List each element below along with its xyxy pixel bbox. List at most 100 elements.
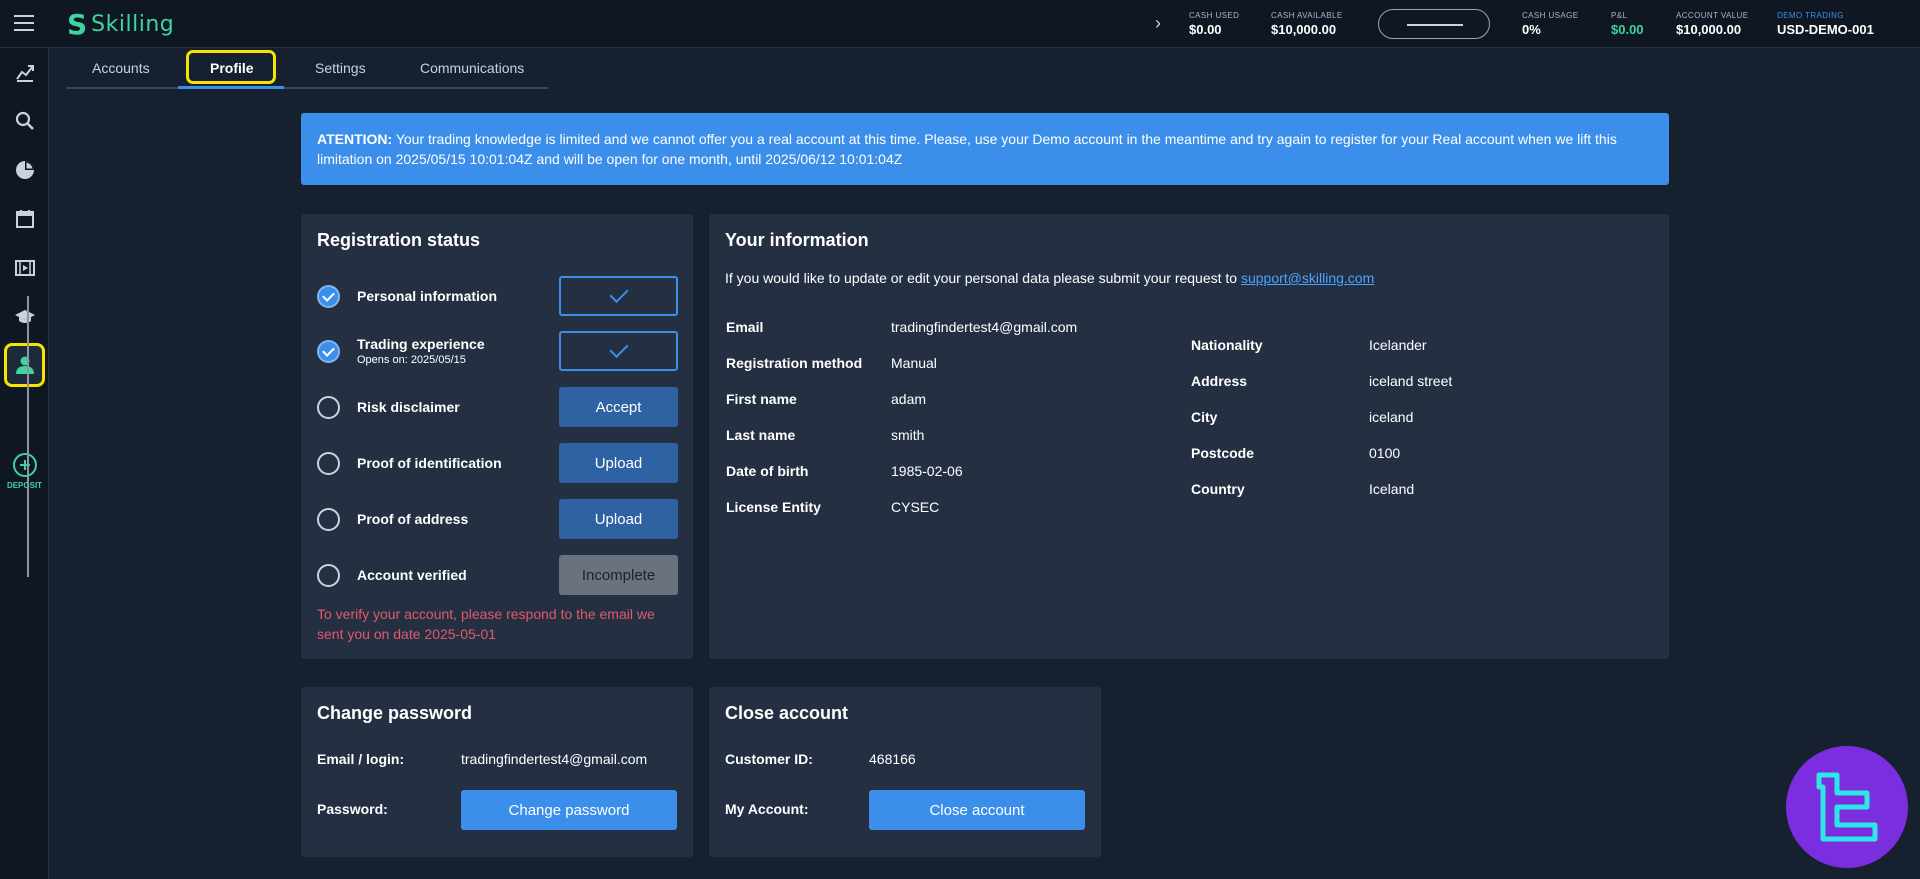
upload-id-button[interactable]: Upload xyxy=(559,443,678,483)
deposit-button[interactable]: DEPOSIT xyxy=(0,453,49,490)
stat-label: P&L xyxy=(1611,11,1628,20)
info-value: 468166 xyxy=(869,751,916,767)
info-value: Iceland xyxy=(1369,481,1415,497)
info-value: 0100 xyxy=(1369,445,1401,461)
account-selector[interactable]: DEMO TRADING USD-DEMO-001 xyxy=(1777,11,1874,37)
tab-profile[interactable]: Profile xyxy=(210,60,254,76)
step-complete-button[interactable] xyxy=(559,331,678,371)
card-title: Your information xyxy=(725,230,869,250)
step-proof-of-address: Proof of address Upload xyxy=(317,499,678,539)
info-key: My Account: xyxy=(725,801,809,817)
stat-cash-used: CASH USED $0.00 xyxy=(1189,11,1239,37)
info-intro-text: If you would like to update or edit your… xyxy=(725,270,1241,286)
info-key: Email / login: xyxy=(317,751,405,767)
support-email-link[interactable]: support@skilling.com xyxy=(1241,270,1374,286)
upload-address-button[interactable]: Upload xyxy=(559,499,678,539)
info-value: tradingfindertest4@gmail.com xyxy=(891,319,1078,335)
stat-cash-available: CASH AVAILABLE $10,000.00 xyxy=(1271,11,1343,37)
info-value: iceland street xyxy=(1369,373,1453,389)
step-name: Trading experience xyxy=(357,336,485,352)
accept-button[interactable]: Accept xyxy=(559,387,678,427)
alert-prefix: ATENTION: xyxy=(317,131,393,147)
empty-circle-icon xyxy=(317,508,340,531)
margin-level-pill[interactable] xyxy=(1378,9,1490,39)
info-value: CYSEC xyxy=(891,499,940,515)
step-proof-of-identification: Proof of identification Upload xyxy=(317,443,678,483)
stat-label: DEMO TRADING xyxy=(1777,11,1844,20)
card-title: Close account xyxy=(725,703,849,723)
step-name: Account verified xyxy=(357,567,467,583)
stat-label: CASH USED xyxy=(1189,11,1240,20)
info-key: Email xyxy=(726,319,764,335)
chart-icon[interactable] xyxy=(0,52,49,92)
step-name: Risk disclaimer xyxy=(357,399,460,415)
check-circle-icon xyxy=(317,340,340,363)
pie-chart-icon[interactable] xyxy=(0,150,49,190)
sidebar: DEPOSIT xyxy=(0,48,49,879)
step-name: Personal information xyxy=(357,288,498,304)
info-value: tradingfindertest4@gmail.com xyxy=(461,751,648,767)
step-complete-button[interactable] xyxy=(559,276,678,316)
tradingfinder-logo xyxy=(1786,746,1908,868)
info-key: Postcode xyxy=(1191,445,1255,461)
stat-label: CASH AVAILABLE xyxy=(1271,11,1343,20)
close-account-button[interactable]: Close account xyxy=(869,790,1085,830)
attention-alert: ATENTION: Your trading knowledge is limi… xyxy=(301,113,1669,185)
step-name: Proof of identification xyxy=(357,455,502,471)
info-key: Password: xyxy=(317,801,388,817)
alert-text: Your trading knowledge is limited and we… xyxy=(317,131,1617,167)
skilling-logo[interactable]: S Skilling xyxy=(67,7,175,41)
top-bar: S Skilling › CASH USED $0.00 CASH AVAILA… xyxy=(0,0,1920,48)
stat-value: $10,000.00 xyxy=(1676,22,1742,37)
info-value: smith xyxy=(891,427,925,443)
user-icon[interactable] xyxy=(4,343,45,387)
calendar-icon[interactable] xyxy=(0,199,49,239)
tab-communications[interactable]: Communications xyxy=(420,60,524,76)
registration-steps: Personal information Trading experience … xyxy=(301,214,693,659)
info-value: adam xyxy=(891,391,927,407)
skilling-logo-mark: S xyxy=(67,7,88,41)
brand-name: Skilling xyxy=(91,11,175,37)
info-key: City xyxy=(1191,409,1218,425)
search-icon[interactable] xyxy=(0,101,49,141)
tab-accounts[interactable]: Accounts xyxy=(92,60,150,76)
info-value: 1985-02-06 xyxy=(891,463,963,479)
info-key: Nationality xyxy=(1191,337,1263,353)
stat-value: $0.00 xyxy=(1611,22,1644,37)
stat-value: USD-DEMO-001 xyxy=(1777,22,1874,37)
stat-label: CASH USAGE xyxy=(1522,11,1579,20)
step-sub: Opens on: 2025/05/15 xyxy=(357,354,466,366)
change-password-button[interactable]: Change password xyxy=(461,790,677,830)
info-value: Manual xyxy=(891,355,937,371)
video-icon[interactable] xyxy=(0,248,49,288)
step-trading-experience: Trading experience Opens on: 2025/05/15 xyxy=(317,331,678,371)
empty-circle-icon xyxy=(317,564,340,587)
graduation-cap-icon[interactable] xyxy=(0,297,49,337)
tab-settings[interactable]: Settings xyxy=(315,60,366,76)
stat-account-value: ACCOUNT VALUE $10,000.00 xyxy=(1676,11,1748,37)
info-value: Icelander xyxy=(1369,337,1427,353)
info-key: Address xyxy=(1191,373,1248,389)
stat-value: $10,000.00 xyxy=(1271,22,1337,37)
step-personal-information: Personal information xyxy=(317,276,678,316)
plus-circle-icon xyxy=(12,453,37,477)
close-account-card: Close account Customer ID: 468166 My Acco… xyxy=(709,687,1101,857)
stat-value: 0% xyxy=(1522,22,1541,37)
info-key: Date of birth xyxy=(726,463,809,479)
menu-icon[interactable] xyxy=(14,15,34,31)
info-intro: If you would like to update or edit your… xyxy=(725,270,1374,286)
stat-cash-usage: CASH USAGE 0% xyxy=(1522,11,1578,37)
info-key: Registration method xyxy=(726,355,863,371)
progress-line xyxy=(27,296,29,577)
profile-tabs: Accounts Profile Settings Communications xyxy=(66,50,548,89)
info-key: Country xyxy=(1191,481,1245,497)
stat-pnl: P&L $0.00 xyxy=(1611,11,1644,37)
your-information-card: Your information If you would like to up… xyxy=(709,214,1669,659)
verify-message: To verify your account, please respond t… xyxy=(317,606,655,642)
info-key: License Entity xyxy=(726,499,821,515)
info-key: Last name xyxy=(726,427,796,443)
chevron-right-icon[interactable]: › xyxy=(1155,13,1175,33)
info-key: Customer ID: xyxy=(725,751,813,767)
customer-id-row: Customer ID: 468166 xyxy=(725,751,1085,769)
empty-circle-icon xyxy=(317,452,340,475)
